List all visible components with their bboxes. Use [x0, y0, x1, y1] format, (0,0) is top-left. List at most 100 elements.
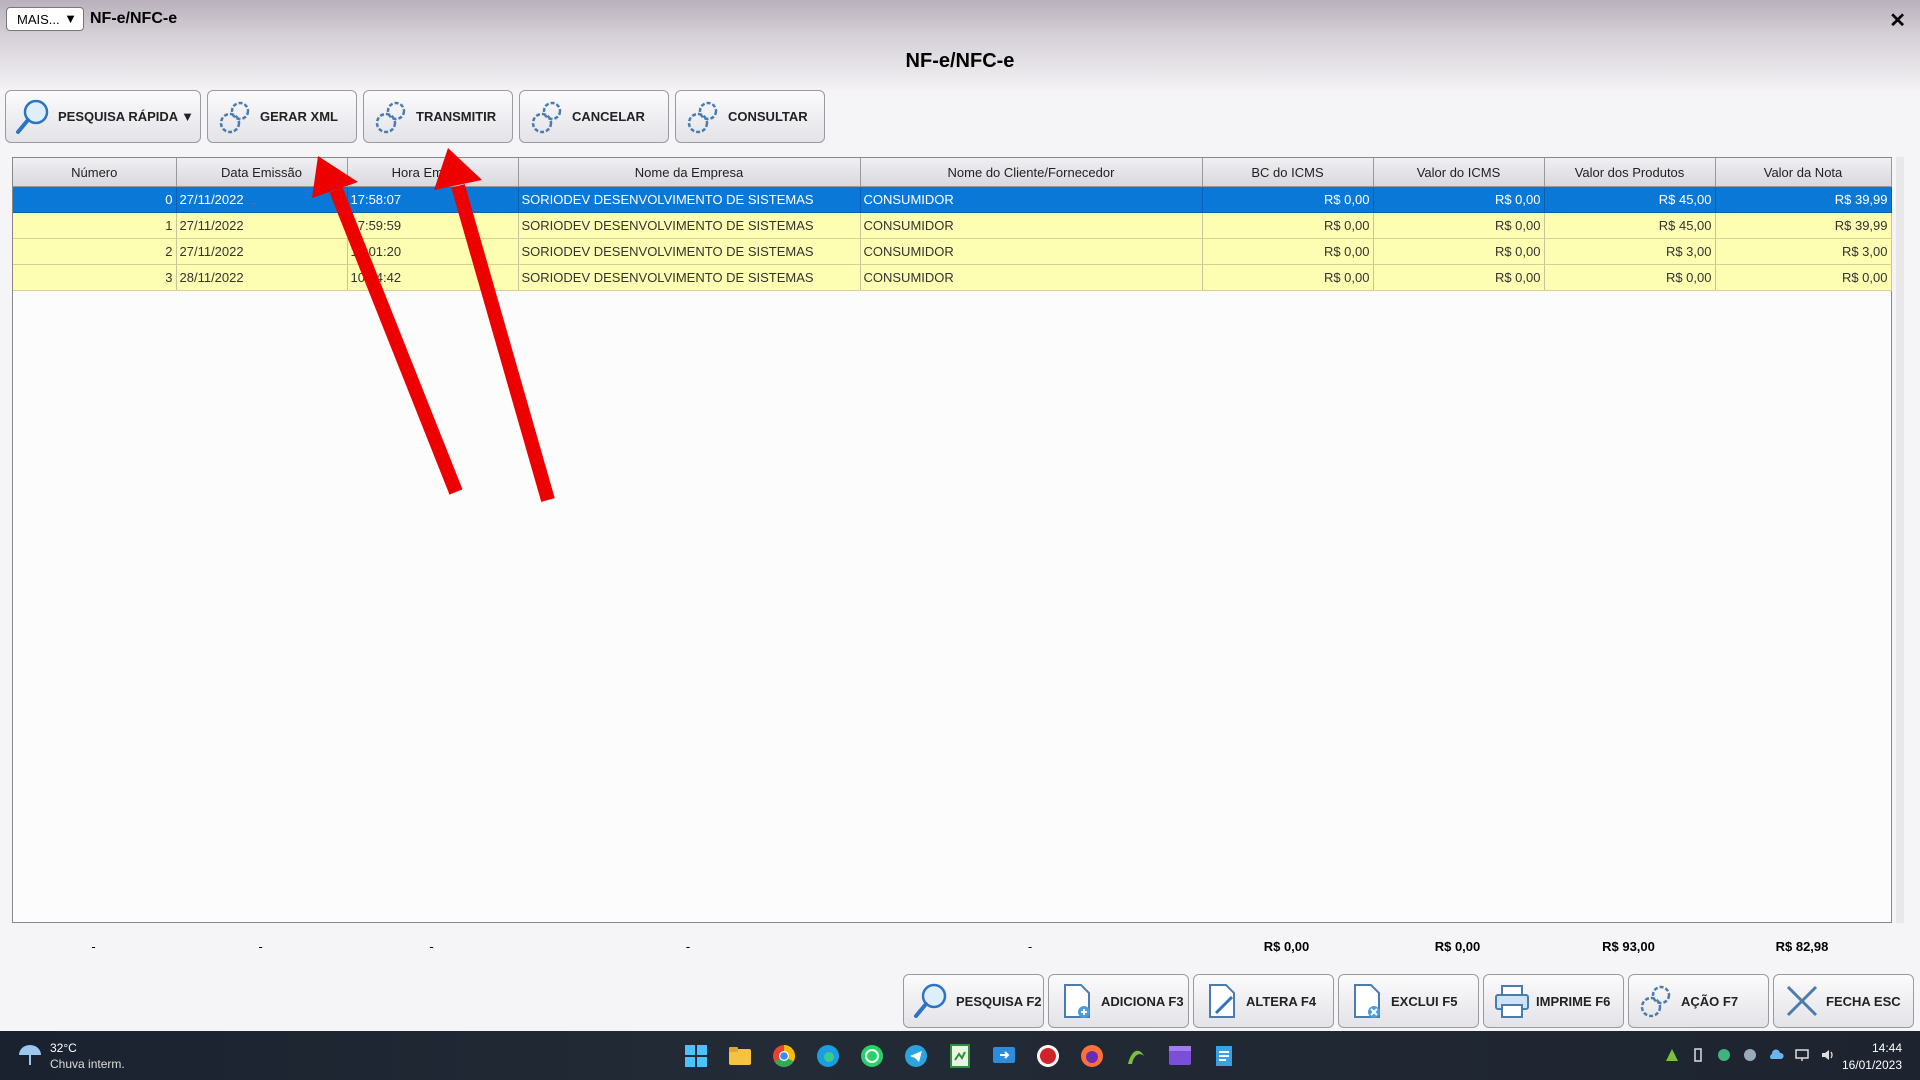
table-row[interactable]: 2 27/11/2022 18:01:20 SORIODEV DESENVOLV…	[13, 238, 1892, 265]
altera-label: ALTERA F4	[1246, 993, 1317, 1009]
cell-valor-icms: R$ 0,00	[1373, 212, 1545, 239]
title-bar: MAIS... ▼ NF-e/NFC-e ✕ NF-e/NFC-e	[0, 0, 1920, 90]
altera-button[interactable]: ALTERA F4	[1193, 974, 1334, 1028]
col-header-bc-icms[interactable]: BC do ICMS	[1202, 158, 1374, 187]
cancelar-label: CANCELAR	[572, 109, 645, 124]
weather-description: Chuva interm.	[50, 1057, 125, 1071]
gears-icon	[687, 101, 718, 133]
totals-row: - - - - - R$ 0,00 R$ 0,00 R$ 93,00 R$ 82…	[0, 935, 1920, 959]
cell-hora-emissao: 17:58:07	[347, 186, 519, 213]
volume-icon[interactable]	[1820, 1047, 1836, 1063]
cell-valor-produtos: R$ 3,00	[1544, 238, 1716, 265]
cell-nome-empresa: SORIODEV DESENVOLVIMENTO DE SISTEMAS	[518, 186, 861, 213]
imprime-button[interactable]: IMPRIME F6	[1483, 974, 1624, 1028]
magnifier-icon	[16, 99, 49, 134]
cell-numero: 0	[13, 186, 177, 213]
clock-date[interactable]: 16/01/2023	[1842, 1058, 1902, 1072]
security-icon[interactable]	[1716, 1047, 1732, 1063]
gears-icon	[1640, 985, 1671, 1018]
dropdown-arrow-icon: ▼	[64, 11, 77, 26]
close-x-icon	[1786, 985, 1818, 1017]
steam-icon[interactable]	[1742, 1047, 1758, 1063]
table-row[interactable]: 3 28/11/2022 10:14:42 SORIODEV DESENVOLV…	[13, 264, 1892, 291]
col-header-valor-nota[interactable]: Valor da Nota	[1715, 158, 1892, 187]
total-numero: -	[91, 939, 96, 954]
app-green-icon[interactable]	[1122, 1042, 1150, 1070]
exclui-label: EXCLUI F5	[1391, 993, 1458, 1009]
col-header-nome-empresa[interactable]: Nome da Empresa	[518, 158, 861, 187]
close-icon[interactable]: ✕	[1889, 8, 1906, 33]
acao-button[interactable]: AÇÃO F7	[1628, 974, 1769, 1028]
col-header-data-emissao[interactable]: Data Emissão	[176, 158, 348, 187]
vertical-scrollbar[interactable]	[1896, 157, 1904, 923]
clock-time[interactable]: 14:44	[1872, 1041, 1902, 1055]
table-row[interactable]: 1 27/11/2022 17:59:59 SORIODEV DESENVOLV…	[13, 212, 1892, 239]
cell-data-emissao: 27/11/2022	[176, 238, 348, 265]
pesquisa-button[interactable]: PESQUISA F2	[903, 974, 1044, 1028]
transmitir-button[interactable]: TRANSMITIR	[363, 90, 513, 143]
file-explorer-icon[interactable]	[726, 1042, 754, 1070]
col-header-valor-icms[interactable]: Valor do ICMS	[1373, 158, 1545, 187]
cell-nome-empresa: SORIODEV DESENVOLVIMENTO DE SISTEMAS	[518, 264, 861, 291]
fecha-label: FECHA ESC	[1826, 993, 1901, 1009]
exclui-button[interactable]: EXCLUI F5	[1338, 974, 1479, 1028]
cell-valor-nota: R$ 3,00	[1715, 238, 1892, 265]
adiciona-button[interactable]: ADICIONA F3	[1048, 974, 1189, 1028]
spreadsheet-icon[interactable]	[946, 1042, 974, 1070]
cell-hora-emissao: 17:59:59	[347, 212, 519, 239]
cell-bc-icms: R$ 0,00	[1202, 186, 1374, 213]
imprime-label: IMPRIME F6	[1536, 993, 1611, 1009]
nfe-grid[interactable]: Número Data Emissão Hora Emissão Nome da…	[12, 157, 1892, 923]
total-cliente: -	[1027, 939, 1033, 954]
cell-valor-icms: R$ 0,00	[1373, 186, 1545, 213]
cell-numero: 2	[13, 238, 177, 265]
col-header-hora-emissao[interactable]: Hora Emissão	[347, 158, 519, 187]
cloud-icon[interactable]	[1768, 1047, 1784, 1063]
table-header-row: Número Data Emissão Hora Emissão Nome da…	[13, 158, 1892, 187]
col-header-nome-cliente[interactable]: Nome do Cliente/Fornecedor	[860, 158, 1203, 187]
fecha-button[interactable]: FECHA ESC	[1773, 974, 1914, 1028]
cell-nome-cliente: CONSUMIDOR	[860, 264, 1203, 291]
usb-icon[interactable]	[1690, 1047, 1706, 1063]
pesquisa-rapida-button[interactable]: PESQUISA RÁPIDA ▼	[5, 90, 201, 143]
telegram-icon[interactable]	[902, 1042, 930, 1070]
total-data: -	[258, 939, 263, 954]
mais-dropdown-button[interactable]: MAIS... ▼	[6, 7, 84, 31]
windows-start-icon[interactable]	[682, 1042, 710, 1070]
nfe-table: Número Data Emissão Hora Emissão Nome da…	[13, 158, 1892, 291]
video-editor-icon[interactable]	[1166, 1042, 1194, 1070]
total-empresa: -	[685, 939, 691, 954]
cell-data-emissao: 28/11/2022	[176, 264, 348, 291]
cell-bc-icms: R$ 0,00	[1202, 264, 1374, 291]
chrome-icon[interactable]	[770, 1042, 798, 1070]
consultar-label: CONSULTAR	[728, 109, 808, 124]
tray-app-icon[interactable]	[1664, 1047, 1680, 1063]
cell-valor-produtos: R$ 45,00	[1544, 212, 1716, 239]
pesquisa-rapida-label: PESQUISA RÁPIDA	[58, 109, 179, 124]
whatsapp-icon[interactable]	[858, 1042, 886, 1070]
edge-icon[interactable]	[814, 1042, 842, 1070]
dropdown-arrow-icon[interactable]: ▼	[181, 109, 194, 124]
network-icon[interactable]	[1794, 1047, 1810, 1063]
cell-nome-cliente: CONSUMIDOR	[860, 238, 1203, 265]
rain-umbrella-icon[interactable]	[16, 1043, 44, 1069]
cell-nome-empresa: SORIODEV DESENVOLVIMENTO DE SISTEMAS	[518, 212, 861, 239]
total-hora: -	[429, 939, 434, 954]
col-header-valor-produtos[interactable]: Valor dos Produtos	[1544, 158, 1716, 187]
app-red-icon[interactable]	[1034, 1042, 1062, 1070]
remote-desktop-icon[interactable]	[990, 1042, 1018, 1070]
gerar-xml-button[interactable]: GERAR XML	[207, 90, 357, 143]
gears-icon	[375, 101, 406, 133]
page-title: NF-e/NFC-e	[905, 50, 1015, 72]
col-header-numero[interactable]: Número	[13, 158, 177, 187]
table-row[interactable]: 0 27/11/2022 17:58:07 SORIODEV DESENVOLV…	[13, 186, 1892, 213]
gears-icon	[219, 101, 250, 133]
consultar-button[interactable]: CONSULTAR	[675, 90, 825, 143]
notepad-icon[interactable]	[1210, 1042, 1238, 1070]
cancelar-button[interactable]: CANCELAR	[519, 90, 669, 143]
cell-numero: 3	[13, 264, 177, 291]
weather-temperature: 32°C	[50, 1041, 77, 1055]
cell-data-emissao: 27/11/2022	[176, 212, 348, 239]
cell-nome-empresa: SORIODEV DESENVOLVIMENTO DE SISTEMAS	[518, 238, 861, 265]
firefox-icon[interactable]	[1078, 1042, 1106, 1070]
